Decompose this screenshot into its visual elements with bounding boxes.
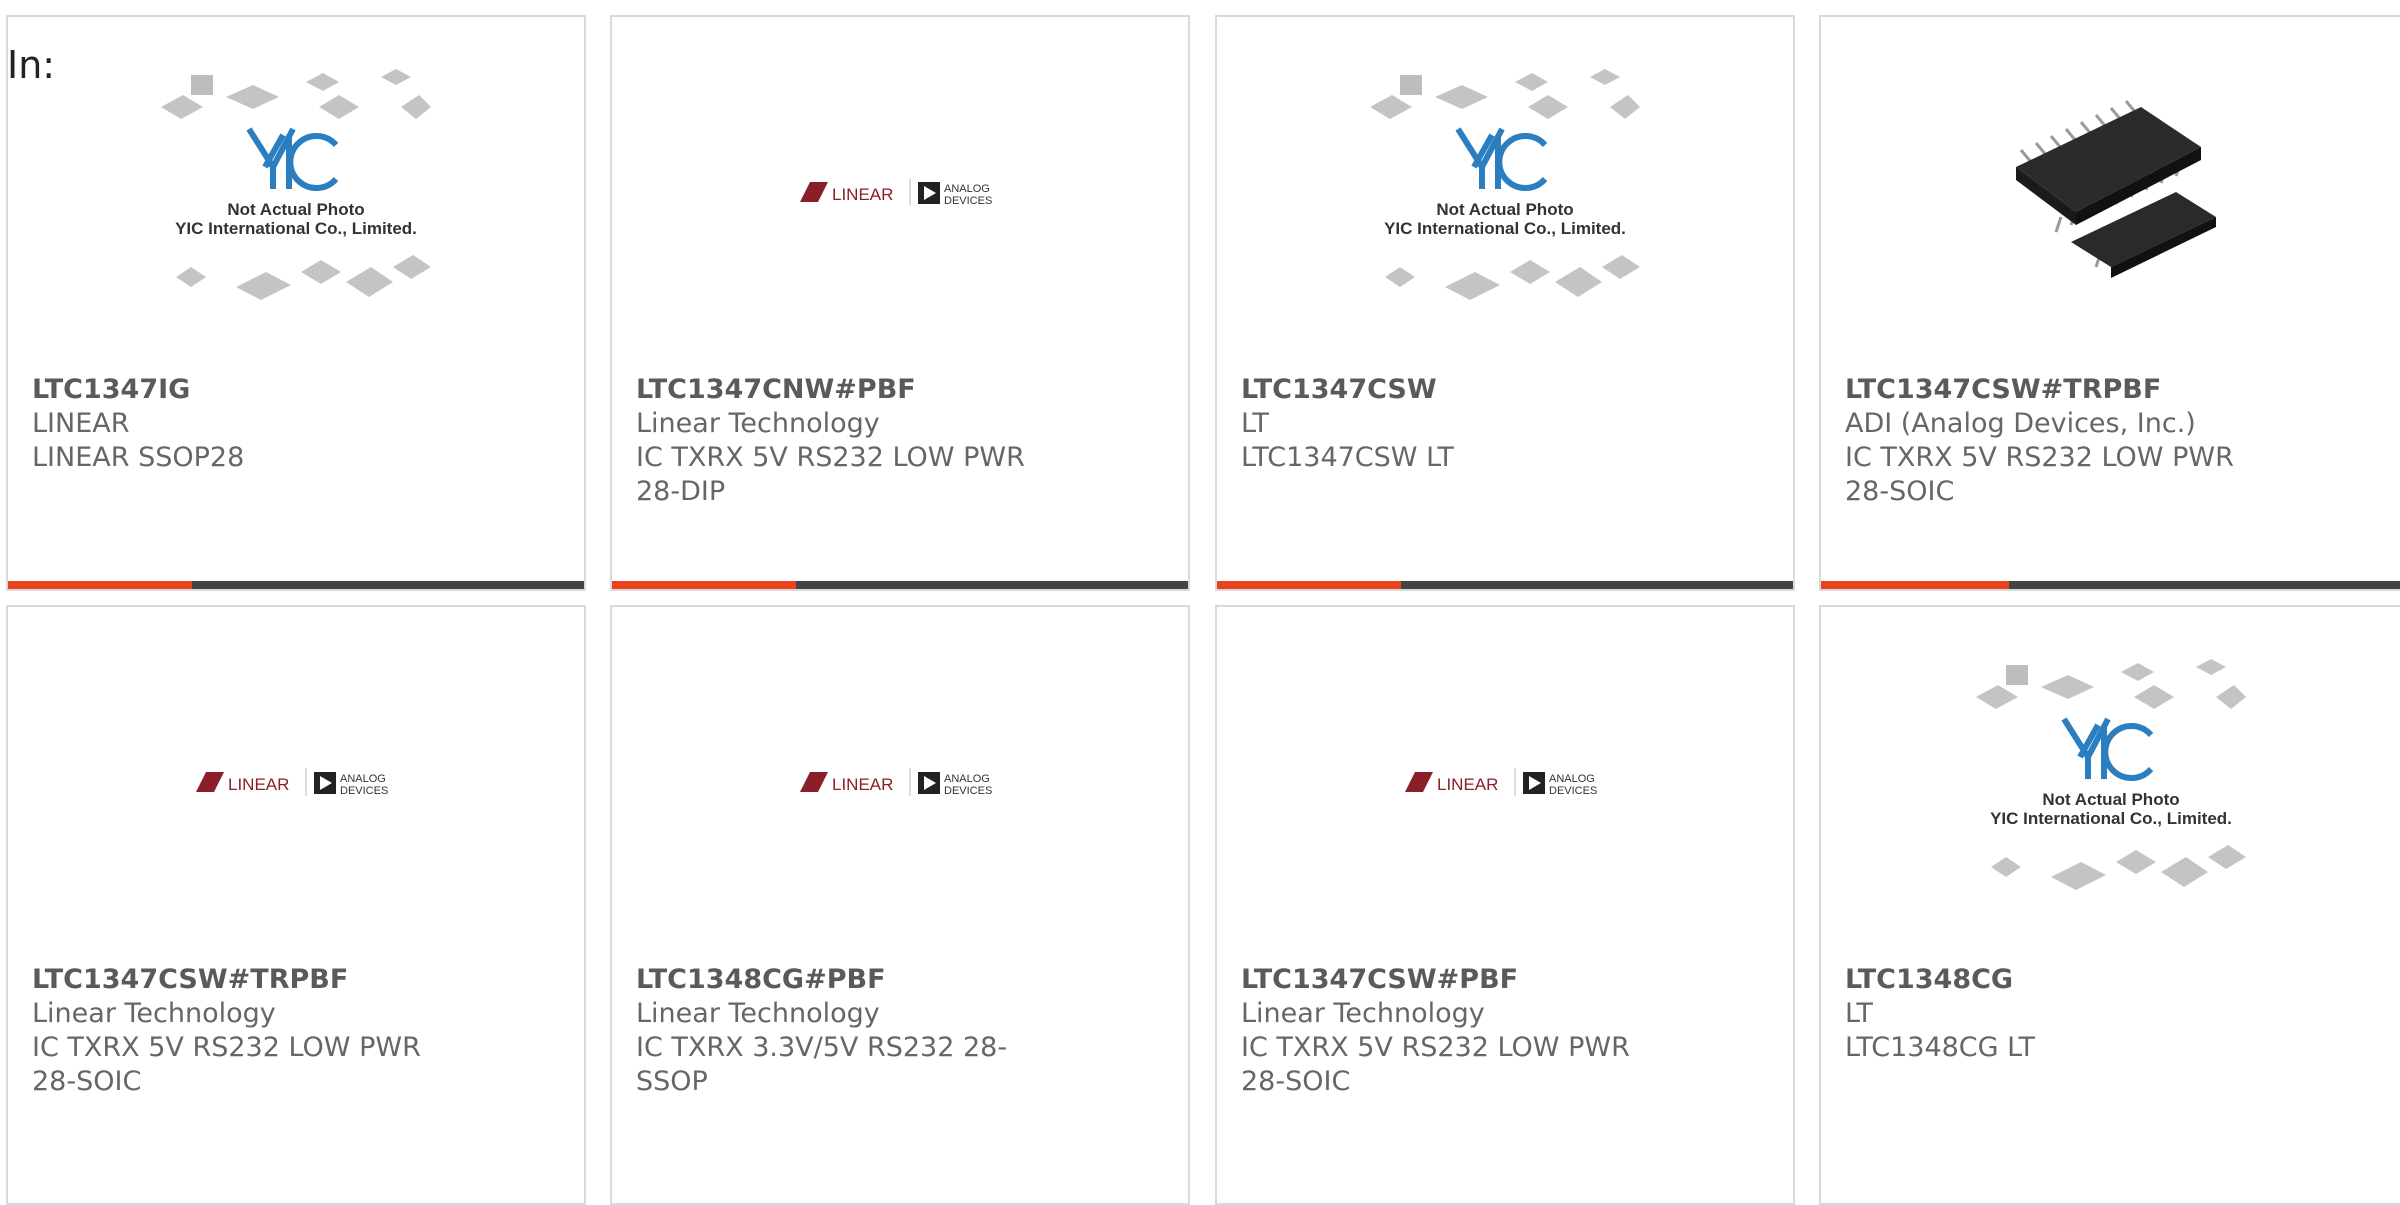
manufacturer: ADI (Analog Devices, Inc.) <box>1845 408 2196 439</box>
placeholder-text-2: YIC International Co., Limited. <box>175 219 417 238</box>
description: IC TXRX 3.3V/5V RS232 28-SSOP <box>636 1032 1008 1097</box>
product-card[interactable]: LTC1347CSW#TRPBF ADI (Analog Devices, In… <box>1819 15 2400 591</box>
manufacturer: Linear Technology <box>1241 998 1485 1029</box>
logo-text-linear: LINEAR <box>832 775 893 794</box>
description: IC TXRX 5V RS232 LOW PWR 28-SOIC <box>1241 1032 1630 1097</box>
part-number: LTC1347CSW#PBF <box>1241 964 1519 995</box>
placeholder-text-2: YIC International Co., Limited. <box>1990 809 2232 828</box>
product-info: LTC1347CSW#TRPBF Linear Technology IC TX… <box>32 963 462 1099</box>
soic-chip-photo <box>2016 100 2216 278</box>
logo-text-devices: DEVICES <box>944 195 992 207</box>
product-image <box>1821 17 2400 367</box>
product-info: LTC1347CSW LT LTC1347CSW LT <box>1241 373 1671 475</box>
product-card[interactable]: LINEAR ANALOG DEVICES LTC1347CSW#PBF Lin… <box>1215 605 1795 1205</box>
linear-adi-logo: LINEAR ANALOG DEVICES <box>196 768 388 797</box>
manufacturer: Linear Technology <box>32 998 276 1029</box>
yic-placeholder-image: Not Actual Photo YIC International Co., … <box>161 69 431 300</box>
product-image: Not Actual Photo YIC International Co., … <box>1217 17 1793 367</box>
logo-text-analog: ANALOG <box>944 183 990 195</box>
product-info: LTC1348CG#PBF Linear Technology IC TXRX … <box>636 963 1066 1099</box>
linear-adi-logo: LINEAR ANALOG DEVICES <box>800 178 992 207</box>
progress-bar <box>1821 581 2400 589</box>
placeholder-text-1: Not Actual Photo <box>2042 790 2179 809</box>
description: IC TXRX 5V RS232 LOW PWR 28-SOIC <box>32 1032 421 1097</box>
progress-fill <box>612 581 797 589</box>
description: IC TXRX 5V RS232 LOW PWR 28-SOIC <box>1845 442 2234 507</box>
product-card[interactable]: LINEAR ANALOG DEVICES LTC1347CSW#TRPBF L… <box>6 605 586 1205</box>
manufacturer: Linear Technology <box>636 408 880 439</box>
progress-fill <box>8 581 193 589</box>
product-image: LINEAR ANALOG DEVICES <box>8 607 584 957</box>
logo-text-analog: ANALOG <box>1549 773 1595 785</box>
product-info: LTC1347CSW#PBF Linear Technology IC TXRX… <box>1241 963 1671 1099</box>
yic-placeholder-image: Not Actual Photo YIC International Co., … <box>1370 69 1640 300</box>
product-card[interactable]: Not Actual Photo YIC International Co., … <box>1215 15 1795 591</box>
yic-placeholder-image: Not Actual Photo YIC International Co., … <box>1976 659 2246 890</box>
manufacturer: LT <box>1241 408 1269 439</box>
description: LTC1348CG LT <box>1845 1032 2035 1063</box>
product-info: LTC1347CNW#PBF Linear Technology IC TXRX… <box>636 373 1066 509</box>
product-card[interactable]: Not Actual Photo YIC International Co., … <box>6 15 586 591</box>
part-number: LTC1348CG#PBF <box>636 964 886 995</box>
product-info: LTC1347CSW#TRPBF ADI (Analog Devices, In… <box>1845 373 2275 509</box>
product-card[interactable]: LINEAR ANALOG DEVICES LTC1347CNW#PBF Lin… <box>610 15 1190 591</box>
product-grid: Not Actual Photo YIC International Co., … <box>0 0 2400 1205</box>
description: IC TXRX 5V RS232 LOW PWR 28-DIP <box>636 442 1025 507</box>
part-number: LTC1347IG <box>32 374 191 405</box>
product-card[interactable]: LINEAR ANALOG DEVICES LTC1348CG#PBF Line… <box>610 605 1190 1205</box>
progress-fill <box>1217 581 1402 589</box>
description: LTC1347CSW LT <box>1241 442 1454 473</box>
part-number: LTC1347CSW#TRPBF <box>1845 374 2162 405</box>
logo-text-linear: LINEAR <box>228 775 289 794</box>
logo-text-analog: ANALOG <box>340 773 386 785</box>
placeholder-text-1: Not Actual Photo <box>227 200 364 219</box>
logo-text-devices: DEVICES <box>944 785 992 797</box>
product-image: LINEAR ANALOG DEVICES <box>1217 607 1793 957</box>
part-number: LTC1348CG <box>1845 964 2014 995</box>
part-number: LTC1347CNW#PBF <box>636 374 916 405</box>
product-image: LINEAR ANALOG DEVICES <box>612 17 1188 367</box>
logo-text-devices: DEVICES <box>1549 785 1597 797</box>
product-image: Not Actual Photo YIC International Co., … <box>8 17 584 367</box>
product-card[interactable]: Not Actual Photo YIC International Co., … <box>1819 605 2400 1205</box>
logo-text-linear: LINEAR <box>832 185 893 204</box>
product-image: Not Actual Photo YIC International Co., … <box>1821 607 2400 957</box>
progress-bar <box>8 581 584 589</box>
filter-label: In: <box>7 43 56 87</box>
part-number: LTC1347CSW#TRPBF <box>32 964 349 995</box>
part-number: LTC1347CSW <box>1241 374 1437 405</box>
description: LINEAR SSOP28 <box>32 442 245 473</box>
logo-text-analog: ANALOG <box>944 773 990 785</box>
progress-bar <box>1217 581 1793 589</box>
logo-text-devices: DEVICES <box>340 785 388 797</box>
manufacturer: LINEAR <box>32 408 130 439</box>
progress-fill <box>1821 581 2009 589</box>
product-info: LTC1347IG LINEAR LINEAR SSOP28 <box>32 373 462 475</box>
manufacturer: LT <box>1845 998 1873 1029</box>
progress-bar <box>612 581 1188 589</box>
placeholder-text-1: Not Actual Photo <box>1436 200 1573 219</box>
manufacturer: Linear Technology <box>636 998 880 1029</box>
linear-adi-logo: LINEAR ANALOG DEVICES <box>1405 768 1597 797</box>
logo-text-linear: LINEAR <box>1437 775 1498 794</box>
product-image: LINEAR ANALOG DEVICES <box>612 607 1188 957</box>
linear-adi-logo: LINEAR ANALOG DEVICES <box>800 768 992 797</box>
product-info: LTC1348CG LT LTC1348CG LT <box>1845 963 2275 1065</box>
placeholder-text-2: YIC International Co., Limited. <box>1384 219 1626 238</box>
